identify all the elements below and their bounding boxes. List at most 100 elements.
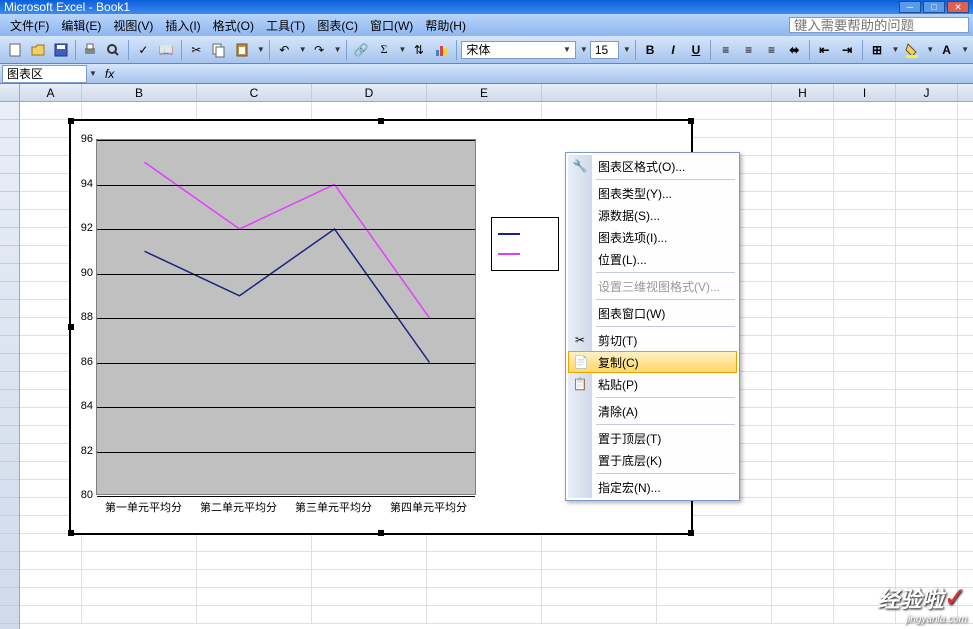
row-header[interactable] [0, 336, 19, 354]
resize-handle[interactable] [68, 530, 74, 536]
merge-center-button[interactable]: ⬌ [784, 39, 805, 61]
fx-label[interactable]: fx [105, 67, 114, 81]
context-menu-item[interactable]: ✂剪切(T) [568, 329, 737, 351]
font-name-select[interactable]: 宋体▼ [461, 41, 575, 59]
paste-button[interactable] [232, 39, 253, 61]
menu-view[interactable]: 视图(V) [107, 15, 159, 36]
row-header[interactable] [0, 480, 19, 498]
indent-decrease-button[interactable]: ⇤ [814, 39, 835, 61]
spellcheck-button[interactable]: ✓ [133, 39, 154, 61]
row-header[interactable] [0, 534, 19, 552]
row-header[interactable] [0, 120, 19, 138]
redo-button[interactable]: ↷ [309, 39, 330, 61]
row-header[interactable] [0, 300, 19, 318]
cut-button[interactable]: ✂ [186, 39, 207, 61]
row-header[interactable] [0, 588, 19, 606]
align-left-button[interactable]: ≡ [715, 39, 736, 61]
dropdown-arrow-icon[interactable]: ▼ [623, 45, 631, 54]
undo-button[interactable]: ↶ [274, 39, 295, 61]
column-header[interactable]: I [834, 84, 896, 101]
align-center-button[interactable]: ≡ [738, 39, 759, 61]
close-button[interactable]: ✕ [947, 1, 969, 13]
font-color-button[interactable]: A [936, 39, 957, 61]
column-header[interactable] [657, 84, 772, 101]
row-header[interactable] [0, 570, 19, 588]
name-box[interactable]: 图表区 [2, 65, 87, 83]
hyperlink-button[interactable]: 🔗 [351, 39, 372, 61]
row-header[interactable] [0, 444, 19, 462]
dropdown-arrow-icon[interactable]: ▼ [399, 45, 407, 54]
plot-area[interactable] [96, 139, 476, 495]
column-header[interactable]: E [427, 84, 542, 101]
context-menu-item[interactable]: 图表类型(Y)... [568, 182, 737, 204]
help-search-input[interactable] [789, 17, 969, 33]
minimize-button[interactable]: ─ [899, 1, 921, 13]
menu-file[interactable]: 文件(F) [4, 15, 55, 36]
row-header[interactable] [0, 246, 19, 264]
align-right-button[interactable]: ≡ [761, 39, 782, 61]
context-menu-item[interactable]: 源数据(S)... [568, 204, 737, 226]
dropdown-arrow-icon[interactable]: ▼ [926, 45, 934, 54]
context-menu-item[interactable]: 指定宏(N)... [568, 476, 737, 498]
fill-color-button[interactable] [901, 39, 922, 61]
row-header[interactable] [0, 228, 19, 246]
row-header[interactable] [0, 354, 19, 372]
context-menu-item[interactable]: 位置(L)... [568, 248, 737, 270]
row-header[interactable] [0, 138, 19, 156]
resize-handle[interactable] [378, 118, 384, 124]
column-header[interactable]: D [312, 84, 427, 101]
row-header[interactable] [0, 192, 19, 210]
bold-button[interactable]: B [640, 39, 661, 61]
menu-help[interactable]: 帮助(H) [419, 15, 472, 36]
dropdown-arrow-icon[interactable]: ▼ [961, 45, 969, 54]
research-button[interactable]: 📖 [156, 39, 177, 61]
context-menu-item[interactable]: 📄复制(C) [568, 351, 737, 373]
column-header[interactable]: J [896, 84, 958, 101]
menu-insert[interactable]: 插入(I) [159, 15, 206, 36]
column-header[interactable]: H [772, 84, 834, 101]
print-button[interactable] [80, 39, 101, 61]
row-header[interactable] [0, 372, 19, 390]
save-button[interactable] [50, 39, 71, 61]
underline-button[interactable]: U [685, 39, 706, 61]
context-menu-item[interactable]: 🔧图表区格式(O)... [568, 155, 737, 177]
dropdown-arrow-icon[interactable]: ▼ [580, 45, 588, 54]
context-menu-item[interactable]: 置于顶层(T) [568, 427, 737, 449]
resize-handle[interactable] [688, 118, 694, 124]
context-menu-item[interactable]: 📋粘贴(P) [568, 373, 737, 395]
row-header[interactable] [0, 426, 19, 444]
row-header[interactable] [0, 282, 19, 300]
row-header[interactable] [0, 156, 19, 174]
row-header[interactable] [0, 606, 19, 624]
row-header[interactable] [0, 264, 19, 282]
row-header[interactable] [0, 408, 19, 426]
resize-handle[interactable] [378, 530, 384, 536]
row-header[interactable] [0, 552, 19, 570]
row-header[interactable] [0, 174, 19, 192]
column-header[interactable]: B [82, 84, 197, 101]
indent-increase-button[interactable]: ⇥ [837, 39, 858, 61]
context-menu-item[interactable]: 置于底层(K) [568, 449, 737, 471]
sort-button[interactable]: ⇅ [408, 39, 429, 61]
row-header[interactable] [0, 102, 19, 120]
column-header[interactable] [542, 84, 657, 101]
menu-tools[interactable]: 工具(T) [260, 15, 311, 36]
dropdown-arrow-icon[interactable]: ▼ [334, 45, 342, 54]
context-menu-item[interactable]: 清除(A) [568, 400, 737, 422]
row-header[interactable] [0, 390, 19, 408]
row-header[interactable] [0, 462, 19, 480]
font-size-select[interactable]: 15 [590, 41, 619, 59]
resize-handle[interactable] [68, 118, 74, 124]
menu-window[interactable]: 窗口(W) [364, 15, 419, 36]
menu-format[interactable]: 格式(O) [207, 15, 260, 36]
column-header[interactable]: C [197, 84, 312, 101]
menu-edit[interactable]: 编辑(E) [55, 15, 107, 36]
row-header[interactable] [0, 210, 19, 228]
menu-chart[interactable]: 图表(C) [311, 15, 364, 36]
chart-legend[interactable] [491, 217, 559, 271]
maximize-button[interactable]: □ [923, 1, 945, 13]
row-header[interactable] [0, 318, 19, 336]
dropdown-arrow-icon[interactable]: ▼ [89, 69, 97, 78]
dropdown-arrow-icon[interactable]: ▼ [299, 45, 307, 54]
copy-button[interactable] [209, 39, 230, 61]
